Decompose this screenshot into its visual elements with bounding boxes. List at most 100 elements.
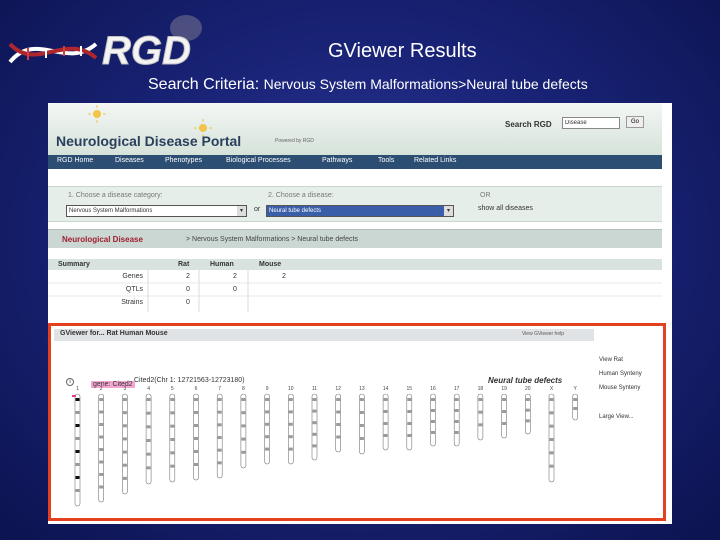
chromosome-band [170, 411, 175, 415]
chromosome-band [312, 409, 317, 413]
chromosome-11[interactable] [311, 393, 318, 461]
chromosome-band [383, 422, 388, 425]
breadcrumb-path: > Nervous System Malformations > Neural … [186, 236, 358, 243]
mouse-synteny-link[interactable]: Mouse Synteny [599, 385, 640, 391]
nav-pathways[interactable]: Pathways [322, 157, 352, 164]
chromosome-band [75, 476, 80, 479]
chromosome-band [241, 411, 246, 415]
chromosome-band [312, 432, 317, 436]
nav-related-links[interactable]: Related Links [414, 157, 456, 164]
chromosome-label: 14 [383, 386, 389, 392]
human-header: Human [210, 261, 234, 268]
chromosome-band [312, 398, 317, 401]
chromosome-band [288, 410, 293, 414]
disease-select[interactable]: Neural tube defects ▾ [266, 205, 454, 217]
chromosome-8[interactable] [240, 393, 247, 469]
show-all-diseases-link[interactable]: show all diseases [478, 205, 533, 212]
chromosome-band [217, 423, 222, 427]
nav-tools[interactable]: Tools [378, 157, 394, 164]
chromosome-band [99, 398, 104, 401]
chromosome-10[interactable] [288, 393, 294, 465]
chromosome-band [502, 398, 507, 401]
chromosome-9[interactable] [264, 393, 270, 465]
chevron-down-icon: ▾ [237, 206, 246, 216]
chromosome-band [549, 464, 554, 468]
nav-phenotypes[interactable]: Phenotypes [165, 157, 202, 164]
chromosome-label: 19 [501, 386, 507, 392]
chromosome-label: 17 [454, 386, 460, 392]
chromosome-band [217, 461, 222, 465]
chromosome-band [217, 436, 222, 439]
breadcrumb-root[interactable]: Neurological Disease [62, 235, 143, 244]
chromosome-band [75, 450, 80, 453]
category-select[interactable]: Nervous System Malformations ▾ [66, 205, 247, 217]
nav-rgd-home[interactable]: RGD Home [57, 157, 93, 164]
chromosome-band [454, 420, 459, 423]
view-rat-link[interactable]: View Rat [599, 357, 623, 363]
chromosome-band [241, 424, 246, 428]
chromosome-label: 10 [288, 386, 294, 392]
chromosome-label: 4 [147, 386, 150, 392]
chromosome-band [265, 398, 270, 401]
chromosome-band [407, 410, 412, 413]
chromosome-band [288, 398, 293, 401]
slide-title: GViewer Results [328, 40, 477, 62]
chromosome-band [549, 424, 554, 428]
summary-gridlines [48, 270, 662, 312]
chromosome-band [170, 451, 175, 455]
chromosome-ideogram: 1 2 3 4 5 6 7 8 9 10 11 12 13 14 15 16 17 18 19 20 X Y [72, 386, 579, 507]
search-input[interactable] [562, 117, 620, 129]
chromosome-band [99, 448, 104, 451]
chromosome-band [431, 409, 435, 412]
chromosome-band [146, 439, 151, 442]
gene-marker[interactable] [72, 395, 76, 397]
chromosome-band [170, 424, 175, 428]
chromosome-band [359, 437, 364, 440]
chromosome-label: 15 [407, 386, 413, 392]
chromosome-band [170, 398, 175, 401]
chromosome-band [241, 398, 246, 401]
chromosome-band [194, 411, 198, 414]
svg-text:RGD: RGD [102, 29, 191, 73]
chromosome-band [122, 424, 127, 428]
chromosome-band [194, 424, 198, 427]
chromosome-label: 7 [218, 386, 221, 392]
chromosome-band [146, 411, 151, 415]
chromosome-band [241, 450, 246, 454]
chromosome-band [502, 410, 507, 413]
chromosome-band [336, 410, 341, 414]
chromosome-band [478, 410, 483, 414]
chromosome-band [431, 398, 435, 401]
breadcrumb: Neurological Disease > Nervous System Ma… [48, 229, 662, 248]
nav-biological-processes[interactable]: Biological Processes [226, 157, 291, 164]
chromosome-band [336, 423, 341, 426]
rgd-logo: RGD [8, 15, 202, 74]
chromosome-label: 12 [335, 386, 341, 392]
chromosome-label: 1 [76, 386, 79, 392]
chromosome-band [170, 438, 175, 441]
chromosome-band [431, 431, 435, 434]
chromosome-band [194, 437, 198, 440]
powered-by: Powered by RGD [275, 138, 314, 144]
go-button[interactable]: Go [626, 116, 644, 128]
chromosome-band [75, 411, 80, 414]
chromosome-band [383, 398, 388, 401]
chromosome-band [312, 444, 317, 448]
human-synteny-link[interactable]: Human Synteny [599, 371, 642, 377]
chromosome-label: 13 [359, 386, 365, 392]
chromosome-band [146, 398, 151, 401]
chromosome-band [99, 435, 104, 439]
or-label: or [254, 206, 261, 213]
chromosome-label: 5 [171, 386, 174, 392]
portal-nav: RGD Home Diseases Phenotypes Biological … [48, 155, 662, 169]
chromosome-band [75, 398, 80, 401]
nav-diseases[interactable]: Diseases [115, 157, 144, 164]
chromosome-band [241, 437, 246, 441]
or-label: OR [480, 192, 491, 199]
chromosome-band [122, 476, 127, 480]
chevron-down-icon: ▾ [444, 206, 453, 216]
large-view-link[interactable]: Large View... [599, 414, 634, 420]
chromosome-band [99, 410, 104, 414]
portal-header: Neurological Disease Portal Powered by R… [48, 103, 662, 156]
chromosome-label: Y [574, 386, 578, 392]
